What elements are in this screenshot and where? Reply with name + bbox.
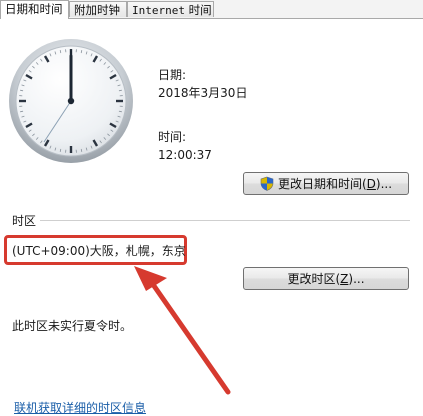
- tab-label: 附加时钟: [74, 3, 120, 17]
- timezone-section-title: 时区: [12, 214, 37, 228]
- shield-icon: [260, 176, 274, 191]
- section-divider: [40, 220, 410, 221]
- annotation-arrow-head: [134, 266, 167, 291]
- analog-clock: [9, 39, 133, 163]
- change-date-time-button[interactable]: 更改日期和时间(D)...: [243, 172, 409, 195]
- change-date-time-label: 更改日期和时间(D)...: [277, 177, 393, 191]
- annotation-arrow-shaft: [149, 280, 231, 395]
- time-value: 12:00:37: [158, 148, 212, 162]
- change-timezone-label: 更改时区(Z)...: [287, 272, 365, 286]
- tab-bar: 日期和时间 附加时钟 Internet 时间: [0, 0, 423, 19]
- tab-label-latin: Internet: [132, 4, 185, 17]
- tab-label: 日期和时间: [5, 2, 63, 16]
- tab-additional-clocks[interactable]: 附加时钟: [69, 1, 127, 17]
- date-label: 日期:: [158, 68, 187, 82]
- dst-note: 此时区未实行夏令时。: [12, 319, 133, 333]
- online-timezone-info-link[interactable]: 联机获取详细的时区信息: [14, 399, 146, 416]
- tab-label-cjk: 时间: [184, 3, 212, 17]
- tab-internet-time[interactable]: Internet 时间: [127, 1, 214, 17]
- timezone-value: (UTC+09:00)大阪，札幌，东京: [12, 244, 186, 258]
- clock-center: [67, 97, 75, 105]
- date-value: 2018年3月30日: [158, 86, 248, 100]
- time-label: 时间:: [158, 130, 187, 144]
- tab-date-and-time[interactable]: 日期和时间: [0, 0, 69, 19]
- change-timezone-button[interactable]: 更改时区(Z)...: [243, 267, 409, 290]
